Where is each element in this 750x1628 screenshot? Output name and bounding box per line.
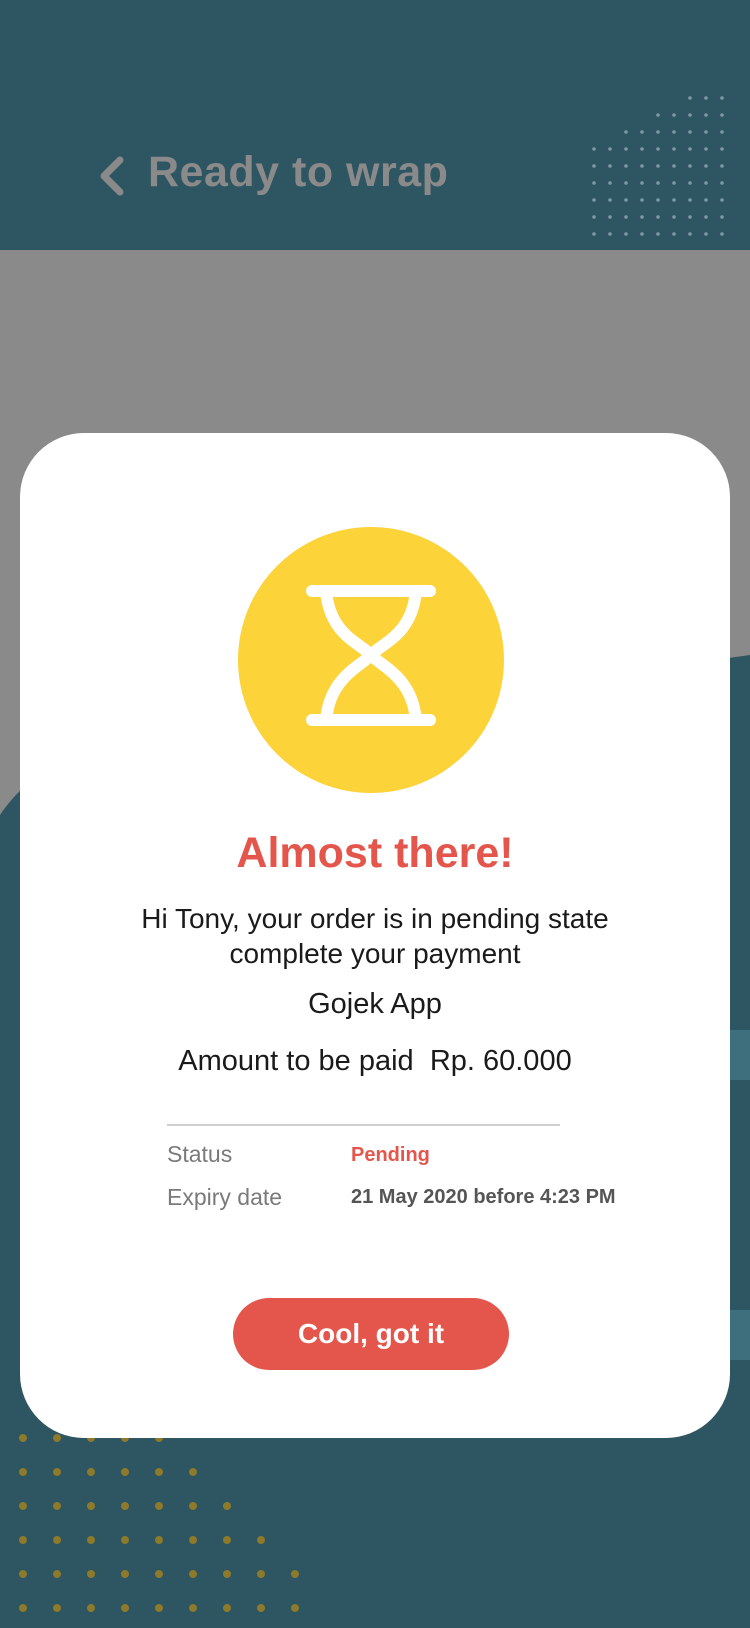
expiry-value: 21 May 2020 before 4:23 PM [351, 1186, 616, 1208]
decorative-dot-grid [592, 96, 724, 236]
dialog-message: Hi Tony, your order is in pending state … [80, 901, 670, 971]
chevron-left-icon[interactable] [96, 154, 128, 198]
decorative-dot-grid-bottom [19, 1434, 299, 1612]
status-icon-circle [238, 527, 504, 793]
amount-value: Rp. 60.000 [429, 1045, 572, 1077]
dialog-title: Almost there! [236, 829, 514, 877]
amount-row: Amount to be paid Rp. 60.000 [20, 1045, 730, 1078]
payment-app-name: Gojek App [308, 988, 442, 1020]
page-title: Ready to wrap [148, 148, 449, 196]
expiry-label: Expiry date [167, 1184, 283, 1210]
status-badge: Pending [351, 1144, 430, 1166]
hourglass-icon [306, 585, 436, 726]
amount-label: Amount to be paid [178, 1045, 414, 1077]
message-line: complete your payment [229, 938, 521, 969]
status-label: Status [167, 1141, 233, 1167]
confirm-button[interactable]: Cool, got it [233, 1298, 509, 1370]
message-line: Hi Tony, your order is in pending state [141, 903, 609, 934]
payment-pending-dialog: Almost there! Hi Tony, your order is in … [20, 433, 730, 1438]
divider [167, 1124, 560, 1126]
header: Ready to wrap [0, 0, 750, 250]
